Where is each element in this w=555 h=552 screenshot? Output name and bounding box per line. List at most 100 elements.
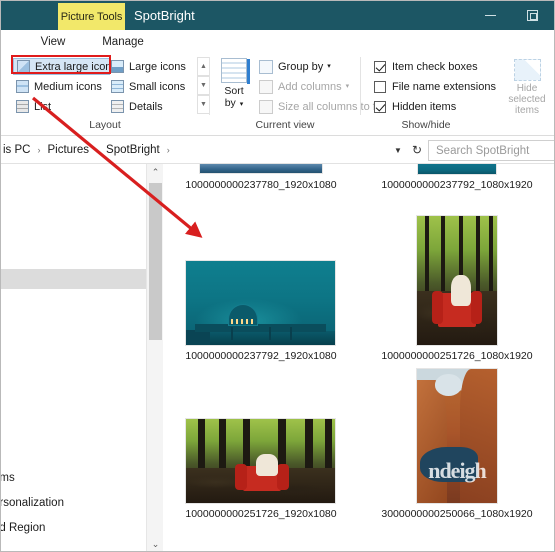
contextual-tab-picture-tools[interactable]: Picture Tools [58, 3, 125, 30]
file-list-view[interactable]: 1000000000237780_1920x1080 1000000000237… [163, 164, 554, 551]
caret-down-icon: ▾ [239, 101, 244, 108]
checkbox-hidden-items[interactable]: Hidden items [374, 99, 456, 115]
thumb-detail [425, 216, 429, 299]
file-thumbnail [186, 261, 335, 345]
breadcrumb-item-spotbright[interactable]: SpotBright [104, 144, 162, 156]
refresh-button[interactable]: ↻ [407, 140, 427, 160]
file-item[interactable]: 1000000000237780_1920x1080 [163, 164, 359, 209]
thumb-detail [276, 464, 289, 490]
file-explorer-window: Picture Tools SpotBright View Manage Ext… [0, 0, 555, 552]
view-mode-label: Large icons [129, 60, 186, 73]
nav-item-label: ems [1, 472, 15, 484]
view-mode-label: Details [129, 100, 163, 113]
minimize-button[interactable] [470, 1, 511, 30]
thumb-detail [441, 216, 445, 299]
view-mode-extra-large-icons[interactable]: Extra large icons [13, 58, 117, 75]
hide-selected-items-button[interactable]: Hide selected items [501, 58, 553, 116]
nav-item-personalization[interactable]: ersonalization [1, 495, 64, 511]
thumb-detail [256, 454, 279, 477]
medium-icons-icon [16, 80, 29, 93]
group-label-show-hide: Show/hide [401, 119, 451, 131]
breadcrumb-separator: › [37, 145, 41, 155]
caret-down-icon: ▾ [345, 83, 350, 90]
thumb-detail [290, 326, 293, 340]
group-divider-2 [360, 57, 361, 115]
thumb-detail [324, 419, 332, 473]
nav-item-label: nd Region [1, 522, 46, 534]
nav-item-language-and-region[interactable]: nd Region [1, 520, 45, 536]
thumb-detail [471, 290, 482, 325]
list-view-icon [16, 100, 29, 113]
search-placeholder: Search SpotBright [436, 144, 530, 157]
view-mode-label: Small icons [129, 80, 186, 93]
checkbox-file-name-extensions[interactable]: File name extensions [374, 79, 496, 95]
file-thumbnail: ndeigh [417, 369, 497, 503]
navigation-pane[interactable]: ems ersonalization nd Region [1, 164, 146, 551]
group-label-layout: Layout [89, 119, 121, 131]
view-mode-medium-icons[interactable]: Medium icons [13, 78, 110, 95]
maximize-button[interactable] [512, 1, 553, 30]
scroll-down-button[interactable]: ⌄ [147, 536, 164, 551]
file-item[interactable]: 1000000000237792_1920x1080 [163, 216, 359, 366]
size-all-columns-to-fit-button[interactable]: Size all columns to fit [259, 98, 381, 115]
maximize-restore-icon [527, 10, 538, 21]
thumb-detail [186, 329, 210, 345]
checkbox-item-check-boxes[interactable]: Item check boxes [374, 59, 478, 75]
ribbon: Extra large icons Medium icons List Larg… [1, 54, 554, 136]
nav-item-systems[interactable]: ems [1, 470, 15, 486]
file-thumbnail [418, 164, 496, 174]
thumb-detail [269, 326, 272, 340]
group-label-current-view: Current view [255, 119, 315, 131]
size-all-columns-label: Size all columns to fit [278, 100, 382, 113]
thumb-detail [489, 216, 493, 299]
tab-manage[interactable]: Manage [89, 30, 157, 54]
breadcrumb-separator: › [96, 145, 100, 155]
view-mode-small-icons[interactable]: Small icons [111, 78, 199, 95]
chevron-down-icon: ▼ [200, 82, 207, 89]
group-by-button[interactable]: Group by ▾ [259, 58, 331, 75]
thumb-detail [476, 216, 481, 299]
scrollbar-thumb[interactable] [149, 183, 162, 340]
file-name-label: 3000000000250066_1080x1920 [381, 508, 533, 520]
chevron-down-more-icon: ▼ [200, 101, 207, 108]
breadcrumb-separator-trailing[interactable]: › [162, 145, 175, 155]
scroll-up-button[interactable]: ⌃ [147, 164, 164, 181]
caret-down-icon: ▾ [327, 63, 331, 70]
file-item[interactable]: ndeigh 3000000000250066_1080x1920 [359, 369, 554, 529]
extra-large-icons-icon [17, 60, 30, 73]
breadcrumb-item-pictures[interactable]: Pictures [45, 144, 91, 156]
small-icons-icon [111, 80, 124, 93]
file-name-label: 1000000000237792_1920x1080 [185, 350, 337, 362]
group-by-label: Group by [278, 60, 324, 73]
thumb-detail [305, 419, 313, 473]
view-mode-large-icons[interactable]: Large icons [111, 58, 199, 75]
thumb-detail [230, 326, 233, 340]
view-mode-list[interactable]: List [13, 98, 110, 115]
file-item[interactable]: 1000000000237792_1080x1920 [359, 164, 554, 209]
breadcrumb-item-this-pc[interactable]: is PC [1, 144, 32, 156]
file-item[interactable]: 1000000000251726_1080x1920 [359, 216, 554, 366]
thumb-detail [450, 275, 472, 307]
file-thumbnail [200, 164, 322, 173]
view-mode-label: Extra large icons [35, 60, 117, 73]
sort-by-button[interactable]: Sort by ▾ [213, 57, 255, 113]
add-columns-button[interactable]: Add columns ▾ [259, 78, 349, 95]
checkbox-icon [374, 81, 386, 93]
tab-view[interactable]: View [25, 30, 81, 54]
search-input[interactable]: Search SpotBright [428, 140, 554, 161]
address-history-dropdown[interactable]: ▼ [390, 142, 406, 158]
thumb-detail [417, 379, 448, 503]
nav-pane-scrollbar[interactable]: ⌃ ⌄ [146, 164, 164, 551]
hide-selected-line2: items [515, 105, 539, 116]
checkbox-icon [374, 61, 386, 73]
file-item[interactable]: 1000000000251726_1920x1080 [163, 369, 359, 529]
size-columns-icon [259, 99, 273, 114]
address-bar[interactable]: is PC › Pictures › SpotBright › ▼ ↻ Sear… [1, 136, 554, 164]
title-bar: Picture Tools SpotBright [1, 1, 554, 30]
thumb-detail [434, 374, 462, 396]
group-divider-1 [209, 57, 210, 115]
view-mode-details[interactable]: Details [111, 98, 199, 115]
view-mode-label: List [34, 100, 52, 113]
checkbox-label: Hidden items [392, 101, 457, 113]
minimize-icon [485, 15, 496, 16]
